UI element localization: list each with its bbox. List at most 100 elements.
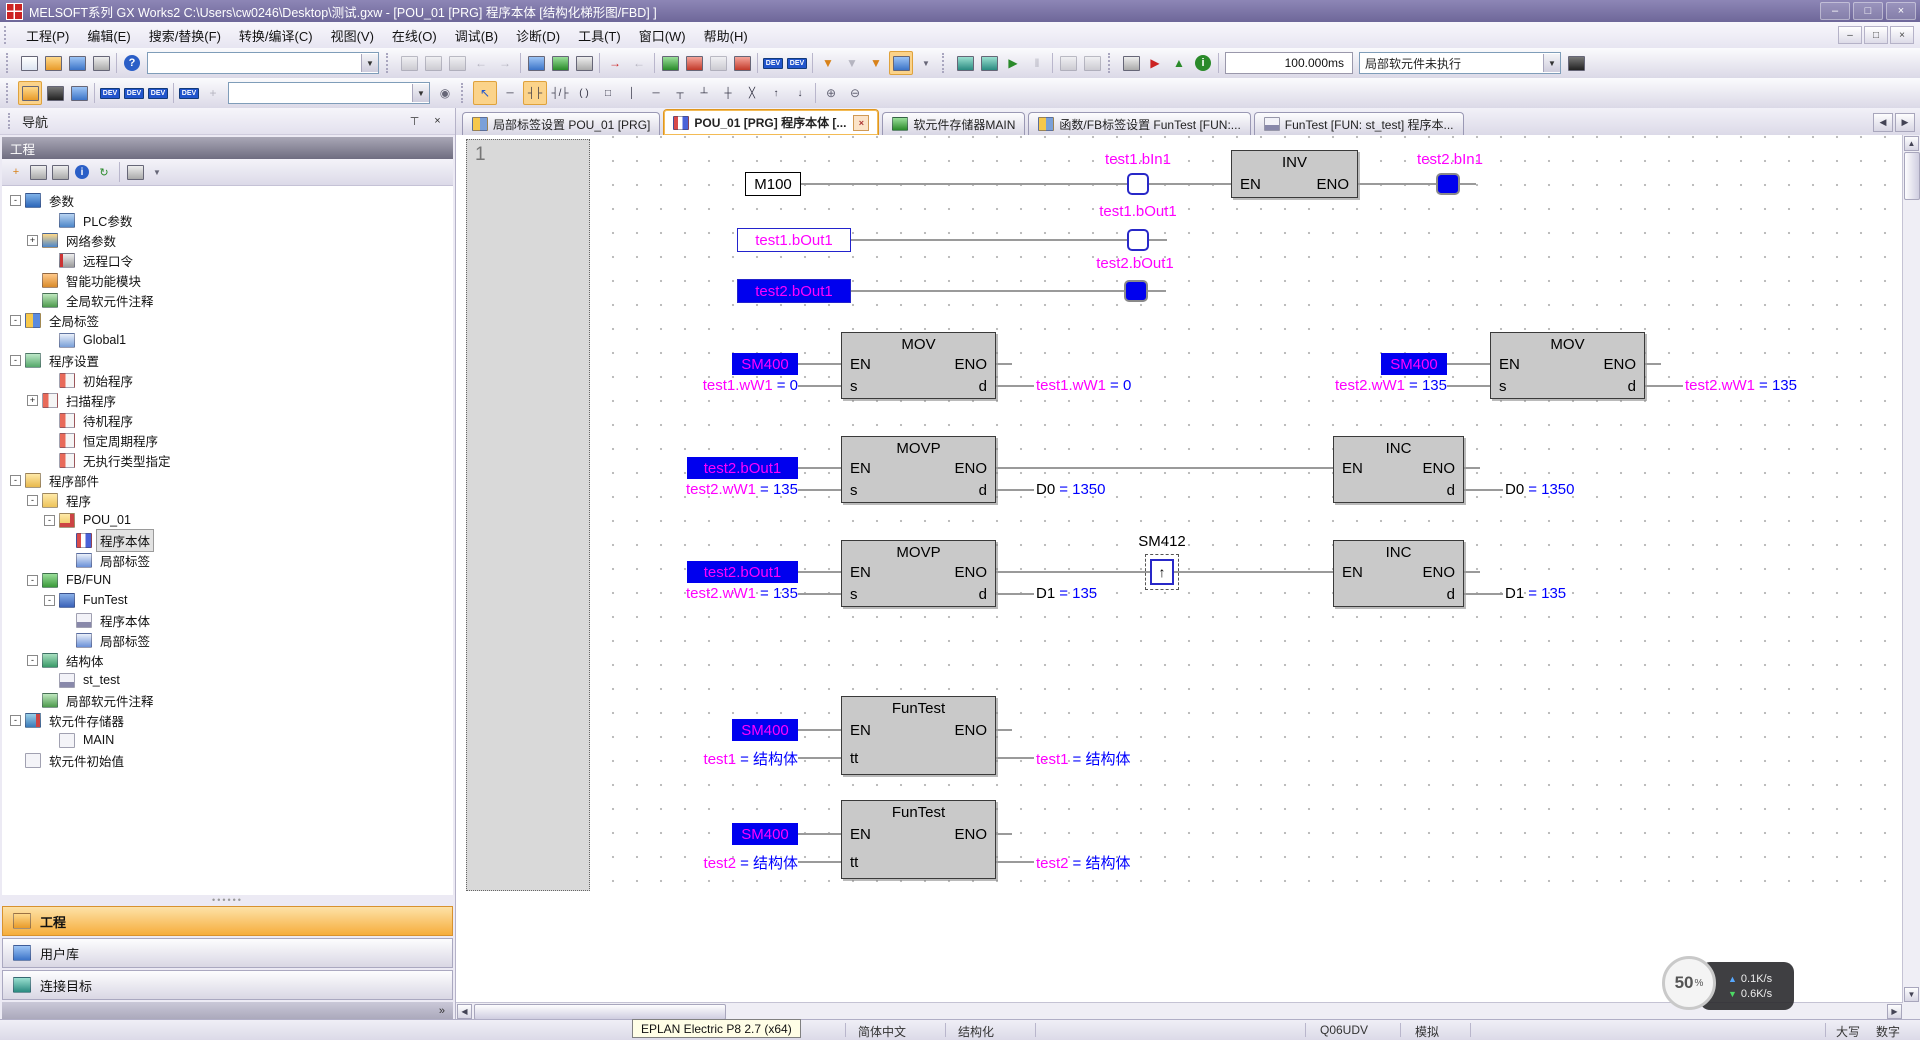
open-contact-icon[interactable]: ┤├ [523,81,547,105]
fbd-block-mov1[interactable]: MOV EN ENO s d [841,332,996,399]
menu-project[interactable]: 工程(P) [17,23,78,48]
menu-debug[interactable]: 调试(B) [446,23,507,48]
scroll-left-icon[interactable]: ◀ [457,1004,472,1019]
cut-icon[interactable] [398,52,420,74]
input-label-m100[interactable]: M100 [745,172,801,196]
tree-item-program[interactable]: -程序 [2,490,453,510]
closed-contact-icon[interactable]: ┤/├ [549,82,571,104]
tab-device-memory-main[interactable]: 软元件存储器MAIN [882,112,1025,135]
zoom-level-badge[interactable]: 50% [1662,956,1716,1010]
navigation-toggle-icon[interactable] [18,81,42,105]
panel-splitter[interactable]: •••••• [0,895,455,905]
combo-arrow-icon[interactable]: ▼ [1543,54,1560,72]
build-icon[interactable]: ▼ [817,52,839,74]
execution-icon[interactable]: ▶ [1144,52,1166,74]
vertical-scrollbar[interactable]: ▲ ▼ [1902,135,1920,1003]
child-restore-button[interactable]: □ [1864,26,1888,44]
fbd-block-inc1[interactable]: INC EN ENO d [1333,436,1464,503]
tree-item-global-device-comment[interactable]: 全局软元件注释 [2,290,453,310]
tree-item-device-initial-value[interactable]: 软元件初始值 [2,750,453,770]
docking-window-icon[interactable] [44,82,66,104]
en-input-test2-bout1[interactable]: test2.bOut1 [687,457,798,479]
device-monitor-icon[interactable] [549,52,571,74]
tab-fb-label-funtest[interactable]: 函数/FB标签设置 FunTest [FUN:... [1028,112,1250,135]
pen-icon[interactable] [1565,52,1587,74]
tree-copy-icon[interactable] [28,162,48,182]
en-input-sm400[interactable]: SM400 [732,719,798,741]
fbd-block-inv[interactable]: INV EN ENO [1231,150,1358,198]
device-statement-icon[interactable]: DEV [123,82,145,104]
en-input-sm400[interactable]: SM400 [732,823,798,845]
device-display2-icon[interactable]: DEV [786,52,808,74]
connection-destination-button[interactable]: 连接目标 [2,970,453,1000]
fbd-canvas[interactable]: 1 M100 test1.bIn1 INV EN ENO test2.bIn1 … [456,135,1903,1003]
more-views-button[interactable]: » [2,1002,453,1020]
tab-pou01-program-body[interactable]: POU_01 [PRG] 程序本体 [...× [663,109,879,135]
tree-item-network-parameter[interactable]: +网络参数 [2,230,453,250]
en-input-test2-bout1[interactable]: test2.bOut1 [687,561,798,583]
open-project-icon[interactable] [42,52,64,74]
new-project-icon[interactable] [18,52,40,74]
falling-pulse-icon[interactable]: ↓ [789,82,811,104]
device-comment-icon[interactable]: DEV [99,82,121,104]
fbd-block-mov2[interactable]: MOV EN ENO s d [1490,332,1645,399]
vertical-scroll-thumb[interactable] [1904,152,1920,200]
screen-display-icon[interactable] [68,82,90,104]
device-exec-state-combo[interactable]: 局部软元件未执行▼ [1359,52,1561,74]
monitor-write-icon[interactable] [731,52,753,74]
en-input-sm400[interactable]: SM400 [1381,353,1447,375]
tree-item-plc-parameter[interactable]: PLC参数 [2,210,453,230]
menu-search[interactable]: 搜索/替换(F) [140,23,230,48]
menu-diagnostics[interactable]: 诊断(D) [507,23,569,48]
menu-window[interactable]: 窗口(W) [630,23,695,48]
menu-tools[interactable]: 工具(T) [569,23,630,48]
window-select-combo[interactable]: ▼ [147,52,379,74]
cross-line-icon[interactable]: ┼ [717,82,739,104]
tab-funtest-program-body[interactable]: FunTest [FUN: st_test] 程序本... [1254,112,1464,135]
join-line-icon[interactable]: ┴ [693,82,715,104]
input-label-test1-bout1[interactable]: test1.bOut1 [737,228,851,252]
copy-icon[interactable] [422,52,444,74]
ladder-logic-test2-icon[interactable] [978,52,1000,74]
function-block-icon[interactable]: □ [597,82,619,104]
menu-edit[interactable]: 编辑(E) [78,23,139,48]
tree-item-no-execution-type[interactable]: 无执行类型指定 [2,450,453,470]
contact-test1-bin1[interactable] [1127,173,1149,195]
sort-icon[interactable] [125,162,145,182]
child-close-button[interactable]: × [1890,26,1914,44]
close-button[interactable]: × [1886,2,1916,20]
fbd-block-funtest1[interactable]: FunTest EN ENO tt [841,696,996,775]
insert-mode-icon[interactable]: + [202,82,224,104]
tree-item-pou01-local-label[interactable]: 局部标签 [2,550,453,570]
rising-pulse-icon[interactable]: ↑ [765,82,787,104]
ladder-logic-test1-icon[interactable] [954,52,976,74]
simulation-start-icon[interactable]: ▶ [1002,52,1024,74]
help-icon[interactable]: ? [121,52,143,74]
paste-icon[interactable] [446,52,468,74]
properties-icon[interactable]: i [72,162,92,182]
tab-scroll-right-icon[interactable]: ▶ [1895,113,1915,132]
save-project-icon[interactable] [66,52,88,74]
horizontal-line-icon[interactable]: ─ [645,82,667,104]
tree-item-scan-program[interactable]: +扫描程序 [2,390,453,410]
delete-line-icon[interactable]: ╳ [741,82,763,104]
find-combo[interactable]: ▼ [228,82,430,104]
coil-test2-bin1[interactable] [1436,173,1460,195]
branch-line-icon[interactable]: ┬ [669,82,691,104]
print-icon[interactable] [90,52,112,74]
tree-item-pou01-program-body[interactable]: 程序本体 [2,530,453,550]
device-display-icon[interactable]: DEV [762,52,784,74]
coil-icon[interactable]: ( ) [573,82,595,104]
tree-item-global-label[interactable]: -全局标签 [2,310,453,330]
zoom-out-icon[interactable]: ⊖ [844,82,866,104]
build-all-icon[interactable]: ▼ [865,52,887,74]
tab-close-icon[interactable]: × [853,115,869,131]
new-item-icon[interactable]: + [6,162,26,182]
step-run-icon[interactable] [1081,52,1103,74]
vertical-line-icon[interactable]: │ [621,82,643,104]
monitor-mode-icon[interactable] [889,51,913,75]
info-icon[interactable]: i [1192,52,1214,74]
tree-item-fixed-scan-program[interactable]: 恒定周期程序 [2,430,453,450]
user-library-button[interactable]: 用户库 [2,938,453,968]
maximize-button[interactable]: □ [1853,2,1883,20]
